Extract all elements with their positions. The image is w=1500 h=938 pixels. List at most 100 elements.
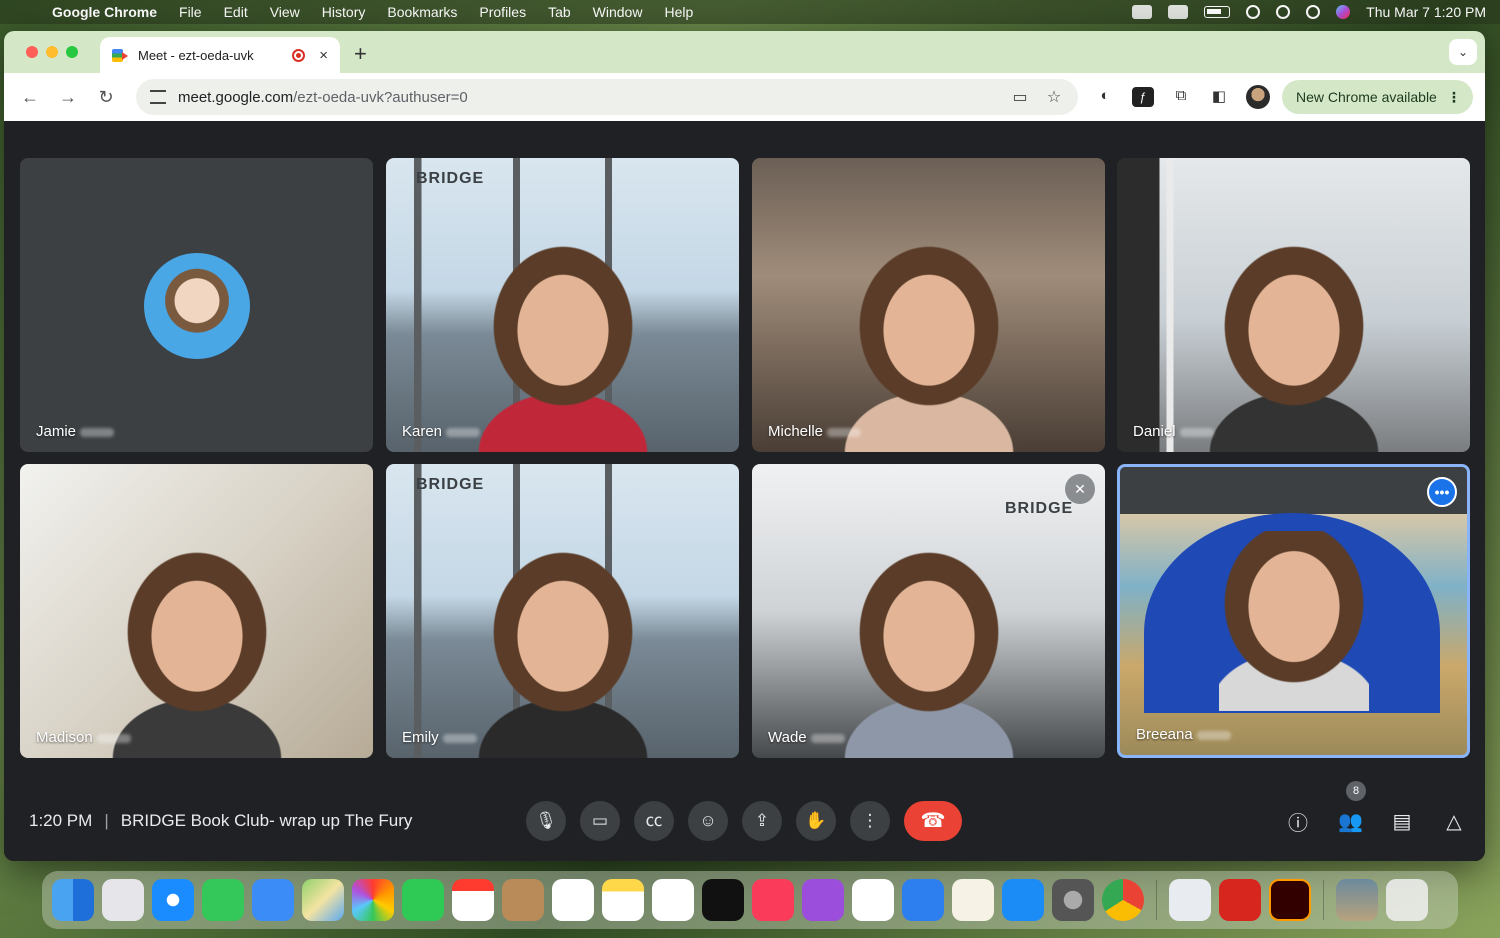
address-bar[interactable]: meet.google.com /ezt-oeda-uvk?authuser=0… [136, 79, 1078, 115]
menu-clock[interactable]: Thu Mar 7 1:20 PM [1366, 4, 1486, 20]
captions-icon[interactable]: ㏄ [634, 801, 674, 841]
notes-icon[interactable] [602, 879, 644, 921]
participant-name: Michelle [768, 423, 862, 440]
menu-bookmarks[interactable]: Bookmarks [387, 4, 457, 20]
participant-tile-emily[interactable]: BRIDGE Emily [386, 464, 739, 758]
wifi-icon[interactable] [1246, 5, 1261, 19]
meeting-title: BRIDGE Book Club- wrap up The Fury [120, 811, 413, 830]
system-settings-icon[interactable] [1052, 879, 1094, 921]
participant-tile-daniel[interactable]: Daniel [1117, 158, 1470, 452]
new-tab-button[interactable]: + [354, 41, 367, 67]
keynote-icon[interactable] [902, 879, 944, 921]
siri-icon[interactable] [1336, 5, 1351, 19]
freeform-icon[interactable] [652, 879, 694, 921]
apple-tv-icon[interactable] [702, 879, 744, 921]
menu-edit[interactable]: Edit [224, 4, 248, 20]
extension-icon[interactable]: ◐ [1094, 87, 1116, 107]
script-extension-icon[interactable]: ƒ [1132, 87, 1154, 107]
participant-video [1208, 242, 1379, 452]
contacts-icon[interactable] [502, 879, 544, 921]
update-label: New Chrome available [1296, 89, 1437, 105]
zoom-window-button[interactable] [66, 46, 78, 58]
forward-arrow-icon[interactable]: → [54, 87, 82, 108]
participant-tile-wade[interactable]: BRIDGE ✕ Wade [752, 464, 1105, 758]
participant-video [843, 548, 1014, 758]
pages-icon[interactable] [952, 879, 994, 921]
chrome-icon[interactable] [1102, 879, 1144, 921]
more-options-vertical-icon[interactable]: ⋮ [850, 801, 890, 841]
downloads-stack-icon[interactable] [1336, 879, 1378, 921]
control-center-icon[interactable] [1306, 5, 1321, 19]
menu-history[interactable]: History [322, 4, 366, 20]
present-screen-icon[interactable]: ⇪ [742, 801, 782, 841]
menu-window[interactable]: Window [593, 4, 643, 20]
close-window-button[interactable] [26, 46, 38, 58]
participant-tile-karen[interactable]: BRIDGE Karen [386, 158, 739, 452]
bookmark-star-icon[interactable]: ☆ [1044, 87, 1064, 107]
participant-name: Jamie [36, 423, 115, 440]
raise-hand-icon[interactable]: ✋ [796, 801, 836, 841]
music-icon[interactable] [752, 879, 794, 921]
mail-icon[interactable] [252, 879, 294, 921]
podcasts-icon[interactable] [802, 879, 844, 921]
participant-tile-breeana[interactable]: ••• Breeana [1117, 464, 1470, 758]
profile-avatar[interactable] [1246, 85, 1270, 109]
menu-tab[interactable]: Tab [548, 4, 571, 20]
people-icon[interactable]: 👥 8 [1338, 780, 1366, 834]
launchpad-icon[interactable] [102, 879, 144, 921]
menu-help[interactable]: Help [664, 4, 693, 20]
meet-bottom-bar: 1:20 PM | BRIDGE Book Club- wrap up The … [4, 780, 1485, 851]
side-panel-icon[interactable]: ◧ [1208, 87, 1230, 107]
back-arrow-icon[interactable]: ← [16, 87, 44, 108]
trash-icon[interactable] [1386, 879, 1428, 921]
calendar-icon[interactable] [452, 879, 494, 921]
finder-icon[interactable] [52, 879, 94, 921]
tab-search-chevron-icon[interactable]: ⌄ [1449, 39, 1477, 65]
menu-app-name[interactable]: Google Chrome [52, 4, 157, 20]
browser-window: Meet - ezt-oeda-uvk × + ⌄ ← → ↻ meet.goo… [4, 31, 1485, 861]
safari-icon[interactable] [152, 879, 194, 921]
end-call-icon[interactable]: ☎ [904, 801, 962, 841]
tab-close-icon[interactable]: × [319, 47, 328, 64]
messages-icon[interactable] [202, 879, 244, 921]
kebab-menu-icon[interactable]: ⋮ [1447, 89, 1461, 106]
reload-icon[interactable]: ↻ [92, 87, 120, 108]
spotlight-icon[interactable] [1276, 5, 1291, 19]
maps-icon[interactable] [302, 879, 344, 921]
menu-view[interactable]: View [270, 4, 300, 20]
tab-title: Meet - ezt-oeda-uvk [138, 47, 254, 63]
chat-icon[interactable]: ▤ [1390, 809, 1414, 834]
menu-file[interactable]: File [179, 4, 202, 20]
browser-toolbar: ← → ↻ meet.google.com /ezt-oeda-uvk?auth… [4, 73, 1485, 121]
acrobat-icon[interactable] [1219, 879, 1261, 921]
participant-tile-michelle[interactable]: Michelle [752, 158, 1105, 452]
camera-in-use-icon[interactable]: ▭ [1010, 87, 1030, 107]
emoji-reaction-icon[interactable]: ☺ [688, 801, 728, 841]
more-options-icon[interactable]: ••• [1427, 477, 1457, 507]
sync-status-icon[interactable] [1168, 5, 1189, 19]
meeting-details-icon[interactable]: ⓘ [1286, 807, 1310, 836]
participant-tile-madison[interactable]: Madison [20, 464, 373, 758]
puzzle-extensions-icon[interactable]: ⧉ [1170, 87, 1192, 107]
site-settings-icon[interactable] [150, 90, 166, 104]
photos-icon[interactable] [352, 879, 394, 921]
battery-icon[interactable] [1204, 6, 1231, 18]
news-icon[interactable] [852, 879, 894, 921]
camera-icon[interactable]: ▭ [580, 801, 620, 841]
side-controls: ⓘ 👥 8 ▤ △ [1286, 780, 1466, 836]
illustrator-icon[interactable] [1269, 879, 1311, 921]
chrome-update-button[interactable]: New Chrome available ⋮ [1282, 80, 1473, 114]
microphone-icon[interactable]: 🎙 [526, 801, 566, 841]
reminders-icon[interactable] [552, 879, 594, 921]
participant-name: Madison [36, 729, 131, 746]
skitch-icon[interactable] [1169, 879, 1211, 921]
participant-tile-jamie[interactable]: Jamie [20, 158, 373, 452]
app-store-icon[interactable] [1002, 879, 1044, 921]
facetime-icon[interactable] [402, 879, 444, 921]
extension-status-icon[interactable] [1132, 5, 1153, 19]
activities-icon[interactable]: △ [1442, 809, 1466, 834]
minimize-window-button[interactable] [46, 46, 58, 58]
menu-profiles[interactable]: Profiles [479, 4, 526, 20]
tab-meet[interactable]: Meet - ezt-oeda-uvk × [100, 37, 340, 73]
mic-muted-icon: ✕ [1065, 474, 1095, 504]
